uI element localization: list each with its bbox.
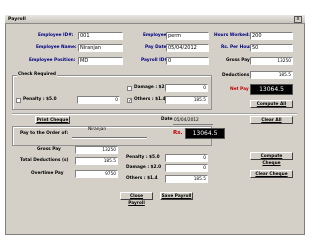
pay-to-order-value: Niranjan (88, 127, 107, 132)
pay-date-label: Pay Date: (145, 45, 169, 50)
clear-cheque-button[interactable]: Clear Cheque (250, 170, 293, 178)
rate-per-hour-field[interactable]: 50 (250, 44, 293, 52)
cheque-gross-pay-label: Gross Pay (37, 147, 61, 152)
cheque-penalty-label: Penalty : $5.0 (126, 155, 160, 160)
cheque-damage-field: 0 (165, 164, 208, 172)
deductions-field: 185.5 (250, 71, 293, 79)
rate-per-hour-label: Rs. Per Hour (221, 45, 252, 50)
rs-label: Rs. (173, 130, 183, 136)
cheque-amount-display: 13064.5 (185, 128, 225, 139)
employee-status-field[interactable]: perm (166, 32, 209, 40)
pay-date-field[interactable]: 05/04/2012 (166, 44, 209, 52)
gross-pay-field: 13250 (250, 57, 293, 65)
total-deductions-field: 185.5 (75, 157, 118, 165)
close-payroll-button[interactable]: Close Payroll (120, 192, 153, 206)
net-pay-label: Net Pay : (230, 87, 252, 92)
overtime-pay-label: Overtime Pay (31, 171, 64, 176)
total-deductions-label: Total Deductions (s) (20, 158, 69, 163)
checkmark-icon: ✓ (128, 98, 133, 104)
gross-pay-label: Gross Pay : (226, 58, 254, 63)
close-window-button[interactable]: x (294, 16, 302, 23)
cheque-penalty-field: 0 (165, 154, 208, 162)
hours-worked-field[interactable]: 200 (250, 32, 293, 40)
deductions-label: Deductions : (222, 73, 253, 78)
employee-id-field[interactable]: 001 (78, 32, 123, 40)
clear-all-button[interactable]: Clear All (250, 116, 293, 124)
print-cheque-button[interactable]: Print Cheque (35, 116, 70, 124)
cheque-damage-label: Damage : $2.0 (126, 165, 162, 170)
net-pay-display: 13064.5 (250, 84, 293, 95)
penalty-value-field: 0 (77, 96, 120, 104)
employee-position-label: Employee Position: (29, 58, 76, 63)
cheque-gross-pay-field: 13250 (75, 146, 118, 154)
damage-value-field: 0 (165, 84, 208, 92)
employee-name-field[interactable]: Niranjan (78, 44, 123, 52)
penalty-checkbox[interactable] (16, 98, 21, 103)
employee-id-label: Employee ID#: (38, 33, 74, 38)
others-label: Others : $1.4 (134, 97, 166, 102)
employee-name-label: Employee Name: (36, 45, 77, 50)
pay-to-order-label: Pay to the Order of: (20, 131, 69, 136)
title-bar (5, 15, 305, 24)
damage-label: Damage : $2.0 (134, 85, 170, 90)
cheque-others-label: Others : $1.4 (126, 176, 158, 181)
others-value-field: 185.5 (165, 96, 208, 104)
save-payroll-button[interactable]: Save Payroll (160, 192, 193, 200)
compute-cheque-button[interactable]: Compute Cheque (250, 152, 293, 166)
pay-to-underline (72, 137, 147, 139)
penalty-label: Penalty : $5.0 (23, 97, 57, 102)
cheque-others-field: 185.5 (165, 175, 208, 183)
payroll-id-field[interactable]: 0 (166, 57, 209, 65)
window-title: Payroll (8, 17, 26, 22)
others-checkbox[interactable]: ✓ (127, 98, 133, 104)
section-divider (12, 113, 297, 115)
damage-checkbox[interactable] (127, 86, 132, 91)
check-required-group (12, 75, 212, 110)
hours-worked-label: Hours Worked: (214, 33, 250, 38)
compute-all-button[interactable]: Compute All (250, 100, 293, 108)
overtime-pay-field: 9750 (75, 170, 118, 178)
cheque-date-field: 05/04/2012 (173, 117, 213, 125)
check-required-label: Check Required (17, 72, 57, 78)
employee-position-field[interactable]: MD (78, 57, 123, 65)
